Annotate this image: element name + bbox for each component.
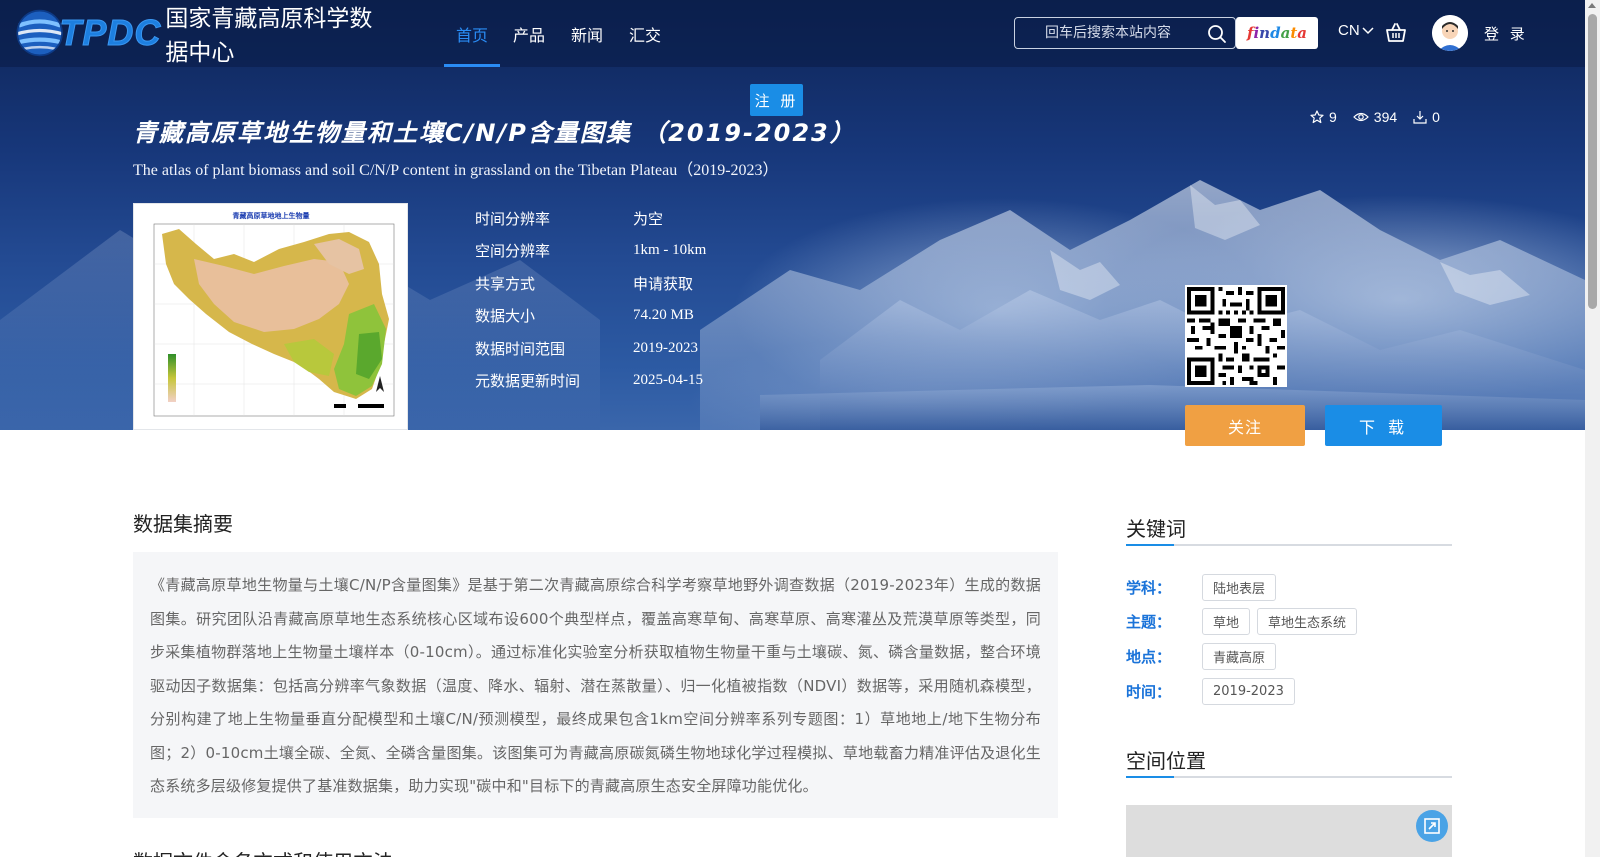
keyword-label: 主题： — [1126, 613, 1172, 631]
site-name: 国家青藏高原科学数据中心 — [165, 6, 373, 66]
download-button[interactable]: 下 载 — [1325, 405, 1442, 446]
eye-icon — [1352, 112, 1369, 122]
user-avatar-icon — [1432, 15, 1468, 51]
keyword-row-place: 地点： 青藏高原 — [1126, 643, 1277, 670]
globe-logo-icon — [16, 9, 63, 57]
scroll-up-arrow-icon[interactable] — [1588, 3, 1596, 8]
logo-tpdc-text: TPDC — [59, 12, 162, 54]
top-navigation-bar: TPDC 国家青藏高原科学数据中心 首页 产品 新闻 汇交 findata CN — [0, 0, 1585, 67]
downloads-stat: 0 — [1413, 109, 1440, 125]
keyword-tag[interactable]: 青藏高原 — [1202, 643, 1277, 670]
nav-item-submit[interactable]: 汇交 — [616, 0, 674, 67]
follow-button[interactable]: 关注 — [1185, 405, 1305, 446]
metadata-key: 时间分辨率 — [475, 209, 551, 228]
search-input[interactable] — [1015, 18, 1205, 48]
expand-icon — [1424, 818, 1440, 834]
register-button[interactable]: 注 册 — [750, 84, 803, 116]
metadata-key: 共享方式 — [475, 274, 536, 293]
metadata-row: 时间分辨率 为空 — [475, 202, 706, 235]
metadata-row: 空间分辨率 1km - 10km — [475, 235, 706, 268]
file-naming-section-title: 数据文件命名方式和使用方法 — [133, 846, 393, 857]
favorites-stat: 9 — [1310, 109, 1337, 125]
metadata-row: 数据时间范围 2019-2023 — [475, 332, 706, 365]
keywords-divider — [1126, 544, 1452, 546]
keyword-tag[interactable]: 草地 — [1202, 608, 1251, 635]
spatial-divider — [1126, 776, 1452, 778]
metadata-key: 数据大小 — [475, 307, 536, 326]
spatial-title: 空间位置 — [1126, 749, 1206, 773]
basket-icon[interactable] — [1384, 21, 1408, 45]
metadata-row: 共享方式 申请获取 — [475, 267, 706, 300]
language-label: CN — [1338, 22, 1360, 39]
keyword-tags: 2019-2023 — [1202, 678, 1295, 705]
keyword-tag[interactable]: 2019-2023 — [1202, 678, 1295, 705]
metadata-list: 时间分辨率 为空 空间分辨率 1km - 10km 共享方式 申请获取 数据大小… — [475, 202, 706, 397]
keyword-label: 时间： — [1126, 683, 1172, 701]
dataset-detail-page: TPDC 国家青藏高原科学数据中心 首页 产品 新闻 汇交 findata CN — [0, 0, 1600, 857]
login-link[interactable]: 登 录 — [1484, 23, 1528, 44]
dataset-stats: 9 394 0 — [1310, 109, 1440, 125]
keyword-label: 地点： — [1126, 648, 1172, 666]
abstract-title: 数据集摘要 — [133, 512, 233, 536]
qr-code — [1185, 285, 1287, 387]
dataset-title-cn: 青藏高原草地生物量和土壤C/N/P含量图集 （2019-2023） — [133, 119, 856, 147]
keyword-tags: 陆地表层 — [1202, 574, 1277, 601]
spatial-map[interactable] — [1126, 805, 1452, 857]
search-box — [1014, 17, 1236, 49]
metadata-row: 元数据更新时间 2025-04-15 — [475, 365, 706, 398]
download-icon — [1413, 111, 1427, 124]
dataset-thumbnail[interactable]: 青藏高原草地地上生物量 — [133, 203, 408, 430]
language-switcher[interactable]: CN — [1338, 22, 1374, 39]
qr-code-image — [1187, 287, 1285, 385]
metadata-value: 2025-04-15 — [633, 372, 703, 389]
divider-accent — [1126, 776, 1174, 778]
abstract-text: 《青藏高原草地生物量与土壤C/N/P含量图集》是基于第二次青藏高原综合科学考察草… — [150, 576, 1041, 795]
downloads-count: 0 — [1432, 109, 1440, 125]
dataset-title-en: The atlas of plant biomass and soil C/N/… — [133, 162, 779, 179]
keyword-tags: 青藏高原 — [1202, 643, 1277, 670]
nav-item-products[interactable]: 产品 — [500, 0, 558, 67]
chevron-down-icon — [1362, 26, 1374, 34]
views-stat: 394 — [1352, 109, 1398, 125]
metadata-value: 2019-2023 — [633, 339, 698, 356]
metadata-value: 申请获取 — [633, 276, 694, 293]
thumbnail-map-image: 青藏高原草地地上生物量 — [134, 204, 407, 429]
favorites-count: 9 — [1329, 109, 1337, 125]
metadata-value: 为空 — [633, 211, 664, 228]
search-icon[interactable] — [1207, 24, 1227, 44]
nav-item-news[interactable]: 新闻 — [558, 0, 616, 67]
keyword-tag[interactable]: 陆地表层 — [1202, 574, 1277, 601]
metadata-key: 数据时间范围 — [475, 339, 566, 358]
keyword-row-theme: 主题： 草地 草地生态系统 — [1126, 608, 1358, 635]
scrollbar-thumb[interactable] — [1588, 14, 1597, 309]
user-avatar[interactable] — [1432, 15, 1468, 51]
findata-button[interactable]: findata — [1236, 17, 1318, 49]
page-scrollbar[interactable] — [1585, 0, 1600, 857]
keywords-title: 关键词 — [1126, 517, 1186, 541]
keyword-label: 学科： — [1126, 579, 1172, 597]
keyword-row-time: 时间： 2019-2023 — [1126, 678, 1295, 705]
metadata-key: 空间分辨率 — [475, 242, 551, 261]
metadata-value: 74.20 MB — [633, 307, 694, 324]
site-logo[interactable]: TPDC 国家青藏高原科学数据中心 — [14, 2, 394, 66]
metadata-value: 1km - 10km — [633, 242, 707, 259]
metadata-row: 数据大小 74.20 MB — [475, 300, 706, 333]
thumbnail-map-title: 青藏高原草地地上生物量 — [233, 211, 310, 220]
keyword-row-discipline: 学科： 陆地表层 — [1126, 574, 1277, 601]
expand-map-button[interactable] — [1416, 810, 1448, 842]
abstract-box: 《青藏高原草地生物量与土壤C/N/P含量图集》是基于第二次青藏高原综合科学考察草… — [133, 552, 1058, 818]
views-count: 394 — [1373, 109, 1398, 125]
main-nav: 首页 产品 新闻 汇交 — [444, 0, 674, 67]
keyword-tag[interactable]: 草地生态系统 — [1257, 608, 1358, 635]
keyword-tags: 草地 草地生态系统 — [1202, 608, 1358, 635]
divider-accent — [1126, 544, 1174, 546]
nav-item-home[interactable]: 首页 — [444, 0, 500, 67]
metadata-key: 元数据更新时间 — [475, 372, 581, 391]
star-icon — [1310, 110, 1324, 124]
